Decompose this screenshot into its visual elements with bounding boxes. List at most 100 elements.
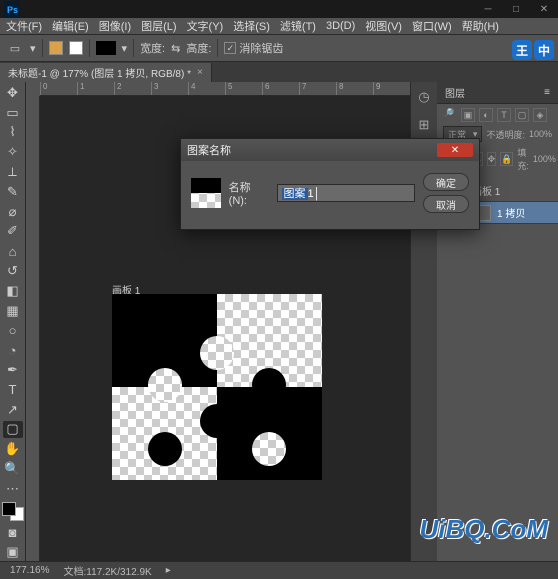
menu-layer[interactable]: 图层(L): [141, 18, 176, 34]
stroke-swatch[interactable]: [69, 41, 83, 55]
fill-label: 填充:: [517, 146, 529, 172]
lasso-tool-icon[interactable]: ⌇: [3, 124, 23, 142]
opacity-label: 不透明度:: [486, 128, 525, 141]
type-tool-icon[interactable]: T: [3, 381, 23, 399]
fg-bg-swatch[interactable]: [2, 502, 24, 522]
cancel-button[interactable]: 取消: [423, 195, 469, 213]
separator: [89, 39, 90, 57]
dropdown-icon[interactable]: ▾: [30, 42, 36, 55]
zoom-tool-icon[interactable]: 🔍: [3, 460, 23, 478]
pattern-name-input[interactable]: 图案1│: [277, 184, 415, 202]
path-tool-icon[interactable]: ↗: [3, 401, 23, 419]
edit-toolbar-icon[interactable]: ⋯: [3, 480, 23, 498]
filter-shape-icon[interactable]: ▢: [515, 108, 529, 122]
document-tab[interactable]: 未标题-1 @ 177% (图层 1 拷贝, RGB/8) * ×: [0, 63, 212, 82]
eyedropper-tool-icon[interactable]: ✎: [3, 183, 23, 201]
brush-tool-icon[interactable]: ✐: [3, 223, 23, 241]
chevron-right-icon[interactable]: ▸: [166, 565, 171, 576]
marquee-tool-icon[interactable]: ▭: [3, 104, 23, 122]
history-brush-tool-icon[interactable]: ↺: [3, 262, 23, 280]
input-selected-text: 图案: [282, 188, 308, 200]
layers-tab[interactable]: 图层: [445, 85, 465, 100]
ruler-tick: 2: [114, 82, 151, 95]
puzzle-notch: [148, 368, 182, 402]
ruler-corner: [26, 82, 40, 96]
dialog-titlebar[interactable]: 图案名称 ✕: [181, 139, 479, 161]
document-title: 未标题-1 @ 177% (图层 1 拷贝, RGB/8) *: [8, 65, 191, 80]
swatches-panel-icon[interactable]: ⊞: [415, 116, 433, 134]
zoom-level[interactable]: 177.16%: [10, 565, 49, 576]
maximize-button[interactable]: □: [502, 1, 530, 17]
fill-swatch[interactable]: [49, 41, 63, 55]
dialog-close-button[interactable]: ✕: [437, 143, 473, 157]
svg-text:Ps: Ps: [7, 5, 18, 15]
move-tool-icon[interactable]: ✥: [3, 84, 23, 102]
puzzle-notch: [200, 336, 234, 370]
filter-pixel-icon[interactable]: ▣: [461, 108, 475, 122]
lock-position-icon[interactable]: ✥: [487, 152, 497, 166]
badge-item: 中: [534, 40, 554, 60]
window-controls: ─ □ ✕: [474, 1, 558, 17]
stamp-tool-icon[interactable]: ⌂: [3, 242, 23, 260]
filter-adjust-icon[interactable]: ◐: [479, 108, 493, 122]
menu-edit[interactable]: 编辑(E): [52, 18, 89, 34]
quickmask-icon[interactable]: ◙: [3, 523, 23, 541]
puzzle-notch: [252, 432, 286, 466]
minimize-button[interactable]: ─: [474, 1, 502, 17]
tool-preset-icon[interactable]: ▭: [6, 39, 24, 57]
filter-search-icon[interactable]: 🔎: [443, 108, 457, 122]
menu-image[interactable]: 图像(I): [99, 18, 131, 34]
pen-tool-icon[interactable]: ✒: [3, 361, 23, 379]
ruler-horizontal: 0 1 2 3 4 5 6 7 8 9: [40, 82, 410, 96]
hand-tool-icon[interactable]: ✋: [3, 440, 23, 458]
screenmode-icon[interactable]: ▣: [3, 543, 23, 561]
artboard[interactable]: [112, 294, 322, 480]
gradient-tool-icon[interactable]: ▦: [3, 302, 23, 320]
ruler-tick: 4: [188, 82, 225, 95]
filter-smart-icon[interactable]: ◈: [533, 108, 547, 122]
menu-file[interactable]: 文件(F): [6, 18, 42, 34]
opacity-value[interactable]: 100%: [529, 129, 552, 139]
history-panel-icon[interactable]: ◷: [415, 88, 433, 106]
pattern-swatch[interactable]: [96, 41, 116, 55]
filter-type-icon[interactable]: T: [497, 108, 511, 122]
ruler-tick: 5: [225, 82, 262, 95]
ruler-tick: 9: [373, 82, 410, 95]
close-tab-icon[interactable]: ×: [197, 67, 203, 78]
toolbox: ✥ ▭ ⌇ ✧ ⟂ ✎ ⌀ ✐ ⌂ ↺ ◧ ▦ ○ ◔ ✒ T ↗ ▢ ✋ 🔍 …: [0, 82, 26, 561]
close-window-button[interactable]: ✕: [530, 1, 558, 17]
dropdown-icon[interactable]: ▾: [122, 42, 128, 55]
link-icon[interactable]: ⇆: [171, 42, 180, 55]
antialias-checkbox[interactable]: ✓ 消除锯齿: [224, 40, 283, 56]
fill-value[interactable]: 100%: [533, 154, 556, 164]
document-info[interactable]: 文档:117.2K/312.9K: [63, 563, 151, 578]
shape-tool-icon[interactable]: ▢: [3, 421, 23, 439]
badge-overlay: 王 中: [512, 40, 554, 60]
puzzle-notch: [148, 432, 182, 466]
wand-tool-icon[interactable]: ✧: [3, 143, 23, 161]
menu-type[interactable]: 文字(Y): [187, 18, 224, 34]
lock-all-icon[interactable]: 🔒: [500, 152, 513, 166]
blur-tool-icon[interactable]: ○: [3, 322, 23, 340]
menu-select[interactable]: 选择(S): [233, 18, 270, 34]
ruler-tick: 8: [336, 82, 373, 95]
pattern-preview-icon: [191, 178, 221, 208]
menu-filter[interactable]: 滤镜(T): [280, 18, 316, 34]
ruler-tick: 3: [151, 82, 188, 95]
crop-tool-icon[interactable]: ⟂: [3, 163, 23, 181]
eraser-tool-icon[interactable]: ◧: [3, 282, 23, 300]
layer-name: 1 拷贝: [497, 205, 525, 220]
panel-menu-icon[interactable]: ≡: [544, 87, 550, 98]
menu-help[interactable]: 帮助(H): [462, 18, 499, 34]
fg-color-icon: [2, 502, 16, 516]
ruler-tick: 1: [77, 82, 114, 95]
dodge-tool-icon[interactable]: ◔: [3, 341, 23, 359]
menu-3d[interactable]: 3D(D): [326, 20, 355, 32]
options-bar: ▭ ▾ ▾ 宽度: ⇆ 高度: ✓ 消除锯齿: [0, 34, 558, 62]
menu-view[interactable]: 视图(V): [365, 18, 402, 34]
text-cursor-icon: │: [314, 188, 321, 200]
menu-window[interactable]: 窗口(W): [412, 18, 452, 34]
pattern-name-dialog: 图案名称 ✕ 名称(N): 图案1│ 确定 取消: [180, 138, 480, 230]
healing-tool-icon[interactable]: ⌀: [3, 203, 23, 221]
ok-button[interactable]: 确定: [423, 173, 469, 191]
